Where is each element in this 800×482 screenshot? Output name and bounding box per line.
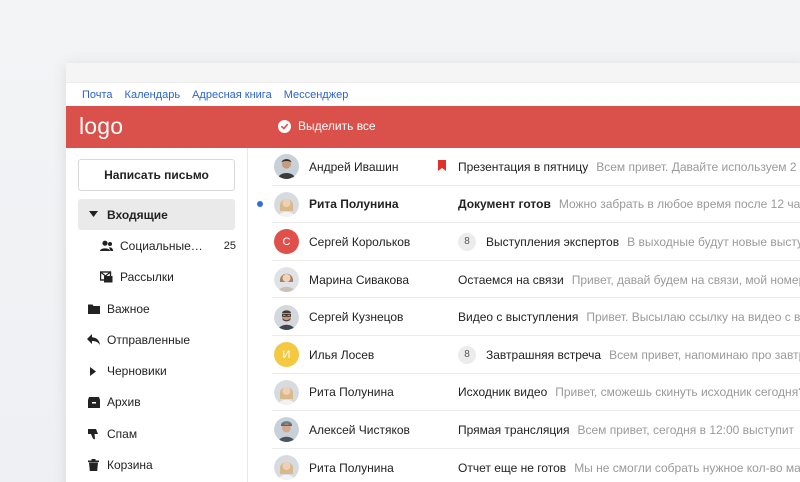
folder-trash[interactable]: Корзина [66, 449, 247, 480]
app-header: logo Выделить все [66, 106, 800, 148]
people-icon [100, 239, 113, 252]
message-snippet: Привет, сможешь скинуть исходник сегодня… [555, 385, 800, 400]
avatar [274, 191, 299, 217]
message-snippet: Мы не смогли собрать нужное кол-во мате [574, 460, 800, 475]
avatar: И [274, 342, 299, 368]
avatar [274, 304, 299, 330]
message-row[interactable]: Андрей Ивашин Презентация в пятницу Всем… [248, 148, 800, 186]
sender-name: Сергей Кузнецов [309, 310, 404, 325]
thread-count-badge: 8 [458, 345, 476, 364]
message-subject: Завтрашняя встреча [486, 347, 602, 362]
folder-label: Входящие [107, 207, 168, 222]
message-row[interactable]: Рита Полунина Исходник видео Привет, смо… [248, 374, 800, 412]
window-chrome [66, 63, 800, 83]
unread-count: 25 [223, 239, 236, 252]
logo[interactable]: logo [79, 113, 123, 140]
thumbs-down-icon [87, 427, 100, 440]
top-navigation: Почта Календарь Адресная книга Мессендже… [66, 83, 800, 106]
newsletter-icon [100, 271, 113, 284]
message-list: Андрей Ивашин Презентация в пятницу Всем… [248, 148, 800, 482]
folder-archive[interactable]: Архив [66, 387, 247, 418]
message-snippet: Всем привет. Давайте используем 2 сл [596, 159, 800, 174]
folder-list: Входящие Социальные… 25 Рассылки Важное … [66, 199, 247, 481]
compose-button[interactable]: Написать письмо [78, 159, 235, 191]
message-subject: Видео с выступления [458, 310, 579, 325]
sender-name: Рита Полунина [309, 385, 394, 400]
avatar [274, 379, 299, 405]
folder-important[interactable]: Важное [66, 293, 247, 324]
folder-label: Черновики [107, 364, 167, 379]
select-all-label: Выделить все [298, 119, 376, 133]
sidebar: Написать письмо Входящие Социальные… 25 [66, 148, 248, 482]
message-subject: Документ готов [458, 197, 551, 212]
folder-icon [87, 302, 100, 315]
message-snippet: Всем привет, сегодня в 12:00 выступит [577, 422, 795, 437]
message-row[interactable]: Рита Полунина Отчет еще не готов Мы не с… [248, 449, 800, 482]
caret-down-icon [87, 208, 100, 221]
thread-count-badge: 8 [458, 232, 476, 251]
message-snippet: Привет, давай будем на связи, мой номер [571, 272, 800, 287]
sender-name: Сергей Корольков [309, 234, 411, 249]
avatar [274, 455, 299, 481]
folder-label: Отправленные [107, 332, 191, 347]
message-subject: Исходник видео [458, 385, 548, 400]
folder-drafts[interactable]: Черновики [66, 355, 247, 386]
nav-mail-link[interactable]: Почта [82, 89, 113, 101]
folder-inbox[interactable]: Входящие [78, 199, 235, 231]
message-subject: Презентация в пятницу [458, 159, 589, 174]
sender-name: Марина Сивакова [309, 272, 410, 287]
sender-name: Андрей Ивашин [309, 159, 399, 174]
message-subject: Прямая трансляция [458, 422, 570, 437]
folder-spam[interactable]: Спам [66, 418, 247, 449]
message-row[interactable]: Рита Полунина Документ готов Можно забра… [248, 186, 800, 224]
avatar: С [274, 229, 299, 255]
message-snippet: В выходные будут новые высту [627, 234, 800, 249]
folder-label: Важное [107, 301, 150, 316]
folder-label: Архив [107, 395, 141, 410]
folder-newsletters[interactable]: Рассылки [66, 262, 247, 293]
folder-sent[interactable]: Отправленные [66, 324, 247, 355]
nav-messenger-link[interactable]: Мессенджер [284, 89, 349, 101]
sender-name: Рита Полунина [309, 460, 394, 475]
nav-addressbook-link[interactable]: Адресная книга [192, 89, 272, 101]
bookmark-flag-icon[interactable] [438, 160, 446, 174]
sender-name: Рита Полунина [309, 197, 399, 212]
folder-label: Корзина [107, 458, 153, 473]
message-row[interactable]: И Илья Лосев 8 Завтрашняя встреча Всем п… [248, 336, 800, 374]
mail-window: Почта Календарь Адресная книга Мессендже… [66, 63, 800, 482]
check-circle-icon [278, 119, 291, 133]
message-snippet: Всем привет, напоминаю про завтра [609, 347, 800, 362]
avatar [274, 267, 299, 293]
message-subject: Остаемся на связи [458, 272, 564, 287]
reply-icon [87, 333, 100, 346]
folder-label: Рассылки [120, 270, 174, 285]
message-subject: Выступления экспертов [486, 234, 620, 249]
nav-calendar-link[interactable]: Календарь [125, 89, 181, 101]
trash-icon [87, 459, 100, 472]
caret-right-icon [87, 365, 100, 378]
avatar [274, 154, 299, 180]
select-all-button[interactable]: Выделить все [278, 119, 376, 133]
message-snippet: Привет. Высылаю ссылку на видео с вы [586, 310, 800, 325]
archive-icon [87, 396, 100, 409]
message-row[interactable]: С Сергей Корольков 8 Выступления эксперт… [248, 223, 800, 261]
folder-social[interactable]: Социальные… 25 [66, 230, 247, 261]
avatar [274, 417, 299, 443]
message-snippet: Можно забрать в любое время после 12 час… [558, 197, 800, 212]
message-row[interactable]: Марина Сивакова Остаемся на связи Привет… [248, 261, 800, 299]
folder-label: Социальные… [120, 238, 203, 253]
message-subject: Отчет еще не готов [458, 460, 567, 475]
message-row[interactable]: Сергей Кузнецов Видео с выступления Прив… [248, 298, 800, 336]
message-row[interactable]: Алексей Чистяков Прямая трансляция Всем … [248, 411, 800, 449]
sender-name: Илья Лосев [309, 347, 375, 362]
folder-label: Спам [107, 426, 138, 441]
sender-name: Алексей Чистяков [309, 422, 410, 437]
unread-dot[interactable] [257, 201, 263, 208]
